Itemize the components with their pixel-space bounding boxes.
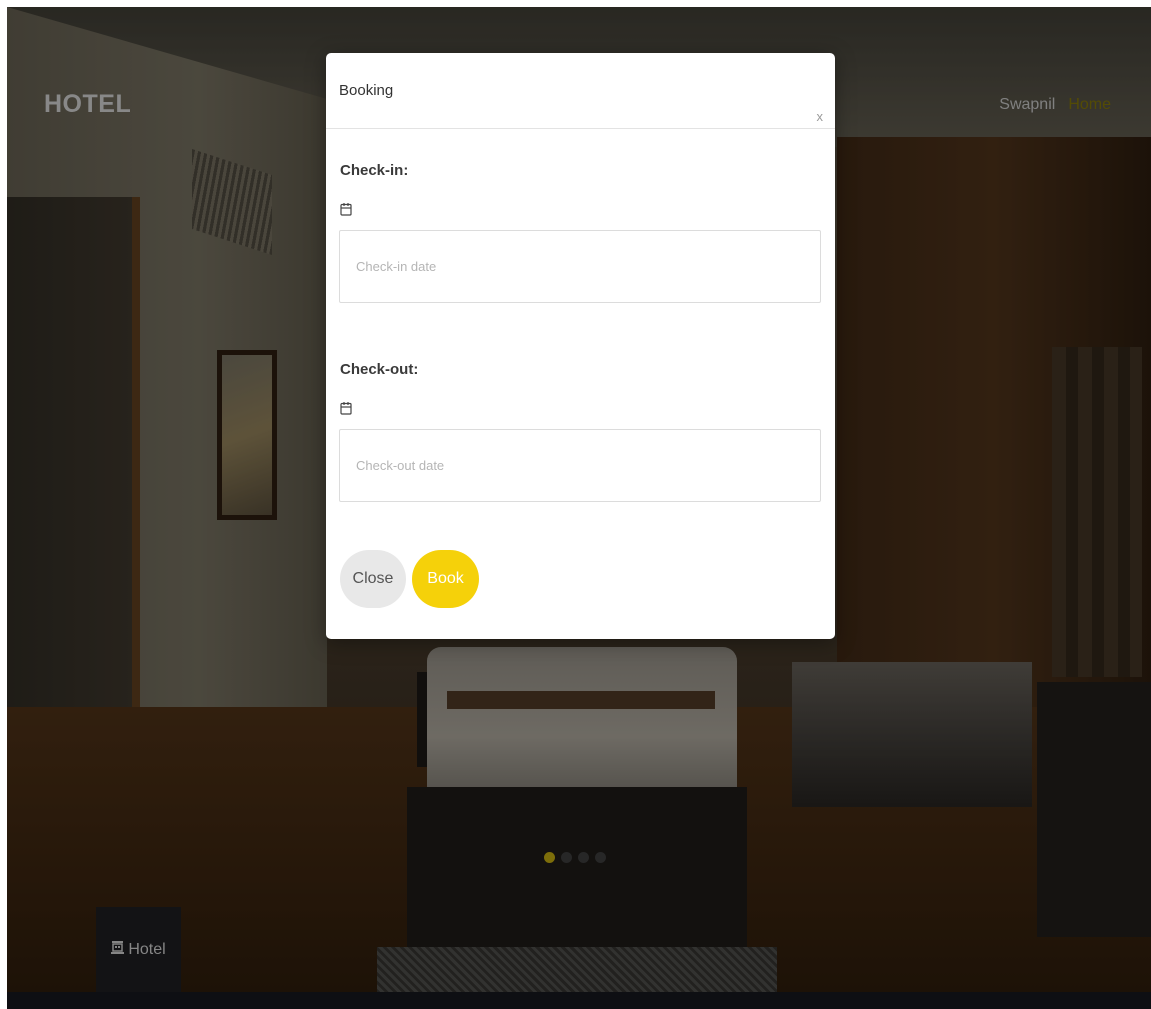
booking-modal: Booking x Check-in: Check-out: Close Boo [326,53,835,639]
calendar-icon [340,202,352,216]
checkin-label: Check-in: [340,162,409,179]
checkout-date-input[interactable] [339,429,821,502]
modal-title: Booking [339,82,394,99]
page: HOTEL Swapnil Home Hotel Booking x Check… [7,7,1151,1009]
checkout-label: Check-out: [340,361,419,378]
modal-header: Booking x [326,53,835,129]
modal-close-x-button[interactable]: x [817,109,824,124]
book-button[interactable]: Book [412,550,479,608]
calendar-icon [340,401,352,415]
close-button[interactable]: Close [340,550,406,608]
checkin-date-input[interactable] [339,230,821,303]
